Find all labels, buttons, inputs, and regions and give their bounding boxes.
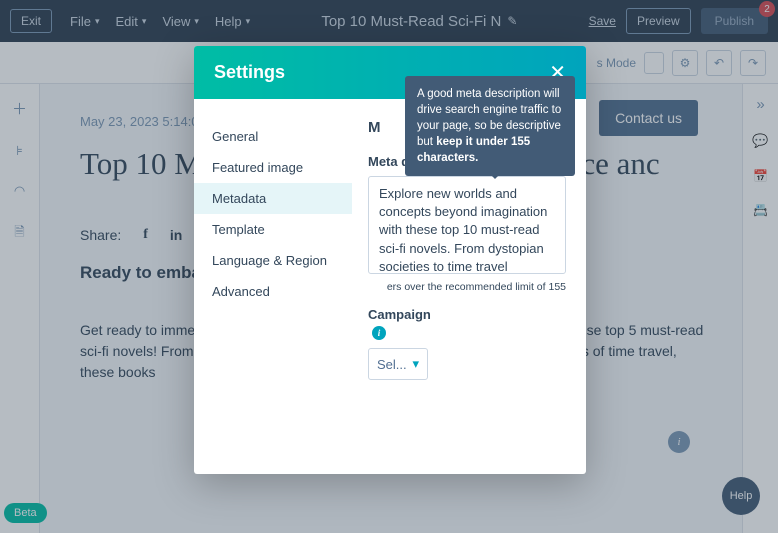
tab-language-region[interactable]: Language & Region [194, 245, 352, 276]
limit-note: ers over the recommended limit of 155 [368, 281, 566, 293]
tab-metadata[interactable]: Metadata [194, 183, 352, 214]
info-icon[interactable]: i [372, 326, 386, 340]
campaign-label: Campaign [368, 307, 566, 322]
settings-tabs: General Featured image Metadata Template… [194, 99, 352, 474]
tab-featured-image[interactable]: Featured image [194, 152, 352, 183]
meta-description-input[interactable] [368, 176, 566, 274]
tab-general[interactable]: General [194, 121, 352, 152]
modal-title: Settings [214, 62, 285, 83]
campaign-select[interactable]: Sel... ▾ [368, 348, 428, 380]
tab-template[interactable]: Template [194, 214, 352, 245]
chevron-down-icon: ▾ [412, 356, 419, 372]
tab-advanced[interactable]: Advanced [194, 276, 352, 307]
meta-desc-tooltip: A good meta description will drive searc… [405, 76, 575, 176]
campaign-select-value: Sel... [377, 357, 407, 372]
